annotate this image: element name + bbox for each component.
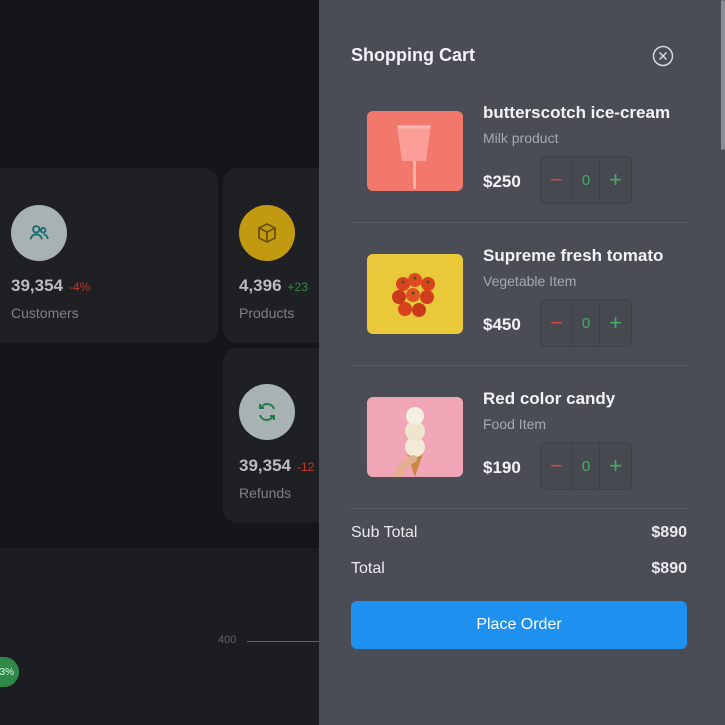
cart-title: Shopping Cart xyxy=(351,45,475,65)
stat-card-customers: 39,354 -4% Customers xyxy=(0,168,218,343)
subtotal-row: Sub Total $890 xyxy=(351,524,687,542)
item-name: Red color candy xyxy=(483,389,616,408)
tomato-image xyxy=(367,254,463,334)
quantity-stepper: − 0 + xyxy=(540,156,632,204)
total-row: Total $890 xyxy=(351,560,687,578)
item-price: $450 xyxy=(483,315,521,334)
stat-change: -12 xyxy=(297,460,315,474)
item-category: Vegetable Item xyxy=(483,273,577,289)
item-name: butterscotch ice-cream xyxy=(483,103,671,122)
cart-item: Red color candy Food Item $190 − 0 + xyxy=(351,389,688,509)
item-category: Milk product xyxy=(483,130,559,146)
refresh-icon xyxy=(239,384,295,440)
item-price: $190 xyxy=(483,458,521,477)
axis-line xyxy=(247,641,327,642)
stat-value: 4,396 +23 xyxy=(239,276,308,295)
stat-label: Refunds xyxy=(239,485,292,501)
box-icon xyxy=(239,205,295,261)
quantity-stepper: − 0 + xyxy=(540,299,632,347)
shopping-cart-panel: Shopping Cart butterscotch ice-cream Mil… xyxy=(319,0,725,725)
stat-label: Products xyxy=(239,305,295,321)
quantity-stepper: − 0 + xyxy=(540,442,632,490)
subtotal-label: Sub Total xyxy=(351,524,418,541)
item-category: Food Item xyxy=(483,416,547,432)
pink-cup-image xyxy=(367,111,463,191)
axis-tick-label: 400 xyxy=(218,634,237,646)
scrollbar[interactable] xyxy=(721,0,725,150)
item-name: Supreme fresh tomato xyxy=(483,246,664,265)
cart-item: butterscotch ice-cream Milk product $250… xyxy=(351,103,688,223)
increase-button[interactable]: + xyxy=(599,443,631,489)
stat-value: 39,354 -12 xyxy=(239,456,315,475)
stat-change: -4% xyxy=(69,280,91,294)
quantity-value[interactable]: 0 xyxy=(572,157,599,203)
item-price: $250 xyxy=(483,172,521,191)
subtotal-value: $890 xyxy=(651,524,687,541)
quantity-value[interactable]: 0 xyxy=(572,300,599,346)
cart-item: Supreme fresh tomato Vegetable Item $450… xyxy=(351,246,688,366)
stat-change: +23 xyxy=(287,280,308,294)
place-order-button[interactable]: Place Order xyxy=(351,601,687,649)
decrease-button[interactable]: − xyxy=(541,300,572,346)
increase-button[interactable]: + xyxy=(599,157,631,203)
quantity-value[interactable]: 0 xyxy=(572,443,599,489)
total-label: Total xyxy=(351,560,385,577)
close-circle-icon[interactable] xyxy=(652,45,674,67)
increase-button[interactable]: + xyxy=(599,300,631,346)
decrease-button[interactable]: − xyxy=(541,443,572,489)
decrease-button[interactable]: − xyxy=(541,157,572,203)
total-value: $890 xyxy=(651,560,687,577)
ice-cream-cone-image xyxy=(367,397,463,477)
users-icon xyxy=(11,205,67,261)
stat-value: 39,354 -4% xyxy=(11,276,91,295)
stat-label: Customers xyxy=(11,305,79,321)
